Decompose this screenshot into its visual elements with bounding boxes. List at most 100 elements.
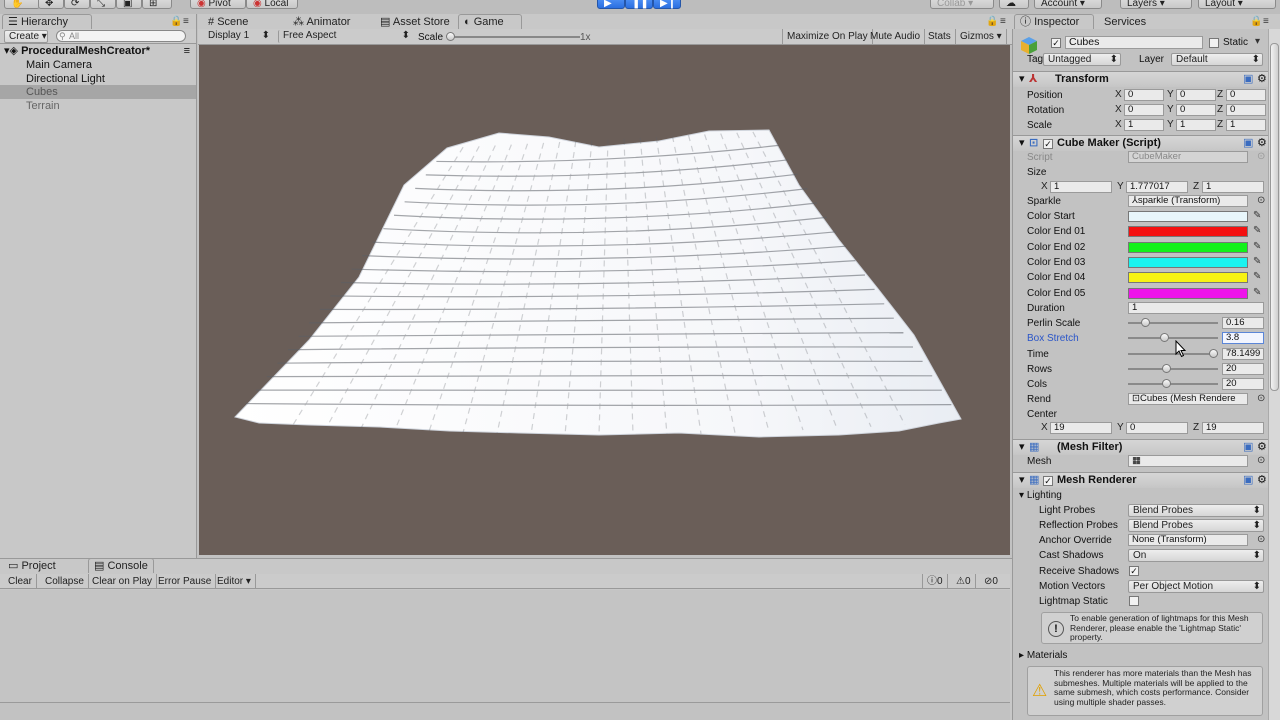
- component-gear-icon[interactable]: ⚙: [1257, 473, 1267, 488]
- color-swatch[interactable]: [1128, 241, 1248, 253]
- help-icon[interactable]: ▣: [1243, 440, 1253, 455]
- center-z-field[interactable]: 19: [1202, 422, 1264, 434]
- help-icon[interactable]: ▣: [1243, 473, 1253, 488]
- transform-x-field[interactable]: 1: [1124, 119, 1164, 131]
- slider-value-field[interactable]: 78.1499: [1222, 347, 1264, 360]
- slider-knob[interactable]: [1209, 348, 1219, 358]
- layers-dropdown[interactable]: Layers ▾: [1120, 0, 1192, 9]
- mesh-filter-section-header[interactable]: ▾ ▦ (Mesh Filter) ▣ ⚙: [1013, 439, 1268, 455]
- slider[interactable]: [1128, 332, 1218, 344]
- center-x-field[interactable]: 19: [1050, 422, 1112, 434]
- mute-audio-toggle[interactable]: Mute Audio: [866, 29, 926, 44]
- rend-field[interactable]: ⊡Cubes (Mesh Rendere: [1128, 393, 1248, 405]
- cast-shadows-dropdown[interactable]: On ⬍: [1128, 549, 1264, 562]
- lock-icon[interactable]: 🔒: [170, 16, 182, 28]
- maximize-on-play-toggle[interactable]: Maximize On Play: [782, 29, 873, 44]
- lightmap-static-checkbox[interactable]: [1129, 596, 1139, 606]
- color-swatch[interactable]: [1128, 211, 1248, 222]
- object-picker-icon[interactable]: ⊙: [1257, 455, 1265, 467]
- component-gear-icon[interactable]: ⚙: [1257, 136, 1267, 151]
- cube-maker-section-header[interactable]: ▾ ⊡ ✓ Cube Maker (Script) ▣ ⚙: [1013, 135, 1268, 151]
- transform-tool-button[interactable]: ⊞: [142, 0, 172, 9]
- eyedropper-icon[interactable]: ✎: [1253, 271, 1261, 283]
- hierarchy-item-main-camera[interactable]: Main Camera: [0, 58, 196, 72]
- slider-value-field[interactable]: 20: [1222, 378, 1264, 391]
- tab-hierarchy[interactable]: ☰ Hierarchy: [2, 14, 92, 29]
- step-button[interactable]: ▶❙: [653, 0, 681, 9]
- slider-value-field[interactable]: 0.16: [1222, 317, 1264, 329]
- color-swatch[interactable]: [1128, 272, 1248, 284]
- hierarchy-item-cubes[interactable]: Cubes: [0, 85, 196, 99]
- panel-menu-icon[interactable]: ≡: [183, 16, 189, 28]
- aspect-dropdown[interactable]: Free Aspect ⬍: [278, 30, 412, 43]
- rect-tool-button[interactable]: ▣: [116, 0, 142, 9]
- slider[interactable]: [1128, 348, 1219, 360]
- stats-toggle[interactable]: Stats: [924, 29, 956, 44]
- anchor-override-field[interactable]: None (Transform): [1128, 534, 1248, 546]
- rotate-tool-button[interactable]: ⟳: [64, 0, 90, 9]
- hierarchy-item-terrain[interactable]: Terrain: [0, 99, 196, 113]
- tab-animator[interactable]: ⁂ Animator: [288, 15, 358, 30]
- info-filter-toggle[interactable]: ⓘ0: [922, 574, 948, 589]
- layout-dropdown[interactable]: Layout ▾: [1198, 0, 1276, 9]
- lighting-foldout[interactable]: ▾ Lighting: [1019, 489, 1062, 502]
- slider-knob[interactable]: [1161, 363, 1171, 373]
- transform-z-field[interactable]: 0: [1226, 104, 1266, 116]
- eyedropper-icon[interactable]: ✎: [1253, 225, 1261, 237]
- tab-inspector[interactable]: ⓘ Inspector: [1014, 14, 1094, 29]
- warning-filter-toggle[interactable]: ⚠0: [952, 574, 976, 589]
- object-picker-icon[interactable]: ⊙: [1257, 393, 1265, 405]
- clear-button[interactable]: Clear: [4, 574, 37, 589]
- size-z-field[interactable]: 1: [1202, 181, 1264, 193]
- size-y-field[interactable]: 1.777017: [1126, 181, 1188, 193]
- scale-tool-button[interactable]: ⤡: [90, 0, 116, 9]
- slider[interactable]: [1128, 378, 1218, 390]
- tab-asset-store[interactable]: ▤ Asset Store: [375, 15, 458, 30]
- play-button[interactable]: ▶: [597, 0, 625, 9]
- transform-y-field[interactable]: 0: [1176, 89, 1216, 101]
- tab-project[interactable]: ▭ Project: [3, 559, 64, 574]
- component-gear-icon[interactable]: ⚙: [1257, 72, 1267, 87]
- materials-foldout[interactable]: ▸ Materials: [1019, 649, 1067, 662]
- center-y-field[interactable]: 0: [1126, 422, 1188, 434]
- hand-tool-button[interactable]: ✋: [4, 0, 40, 9]
- motion-vectors-dropdown[interactable]: Per Object Motion ⬍: [1128, 580, 1264, 593]
- tab-services[interactable]: Services: [1099, 15, 1154, 30]
- gizmos-dropdown[interactable]: Gizmos ▾: [956, 29, 1007, 44]
- collab-button[interactable]: Collab ▾: [930, 0, 994, 9]
- inspector-lock-icon[interactable]: 🔒: [1250, 16, 1262, 28]
- scene-root-row[interactable]: ▾◈ ProceduralMeshCreator* ≡: [0, 44, 196, 58]
- slider[interactable]: [1128, 317, 1218, 329]
- inspector-scrollbar[interactable]: [1268, 29, 1280, 720]
- scrollbar-thumb[interactable]: [1270, 43, 1279, 391]
- error-pause-toggle[interactable]: Error Pause: [154, 574, 217, 589]
- eyedropper-icon[interactable]: ✎: [1253, 241, 1261, 253]
- pivot-button[interactable]: ◉ Pivot: [190, 0, 246, 9]
- duration-field[interactable]: 1: [1128, 302, 1264, 314]
- receive-shadows-checkbox[interactable]: ✓: [1129, 566, 1139, 576]
- size-x-field[interactable]: 1: [1050, 181, 1112, 193]
- error-filter-toggle[interactable]: ⊘0: [980, 574, 1002, 589]
- hierarchy-item-directional-light[interactable]: Directional Light: [0, 72, 196, 86]
- color-swatch[interactable]: [1128, 287, 1248, 299]
- tab-game[interactable]: ◐ Game: [458, 14, 522, 29]
- slider[interactable]: [1128, 363, 1218, 375]
- center-menu-icon[interactable]: ≡: [1000, 16, 1006, 28]
- scene-menu-icon[interactable]: ≡: [184, 44, 190, 58]
- layer-dropdown[interactable]: Default ⬍: [1171, 53, 1263, 66]
- transform-section-header[interactable]: ▾ ⅄ Transform ▣ ⚙: [1013, 71, 1268, 87]
- slider-value-field[interactable]: 20: [1222, 362, 1264, 375]
- cloud-button[interactable]: ☁: [999, 0, 1029, 9]
- create-dropdown[interactable]: Create ▾: [4, 30, 48, 43]
- component-gear-icon[interactable]: ⚙: [1257, 440, 1267, 455]
- slider-knob[interactable]: [1141, 318, 1151, 327]
- account-dropdown[interactable]: Account ▾: [1034, 0, 1102, 9]
- move-tool-button[interactable]: ✥: [38, 0, 64, 9]
- editor-dropdown[interactable]: Editor ▾: [213, 574, 256, 589]
- eyedropper-icon[interactable]: ✎: [1253, 287, 1261, 299]
- scale-slider[interactable]: [450, 36, 580, 38]
- active-checkbox[interactable]: ✓: [1051, 38, 1061, 48]
- slider-knob[interactable]: [1159, 333, 1169, 343]
- mesh-field[interactable]: ▦: [1128, 455, 1248, 467]
- tag-dropdown[interactable]: Untagged ⬍: [1043, 53, 1121, 66]
